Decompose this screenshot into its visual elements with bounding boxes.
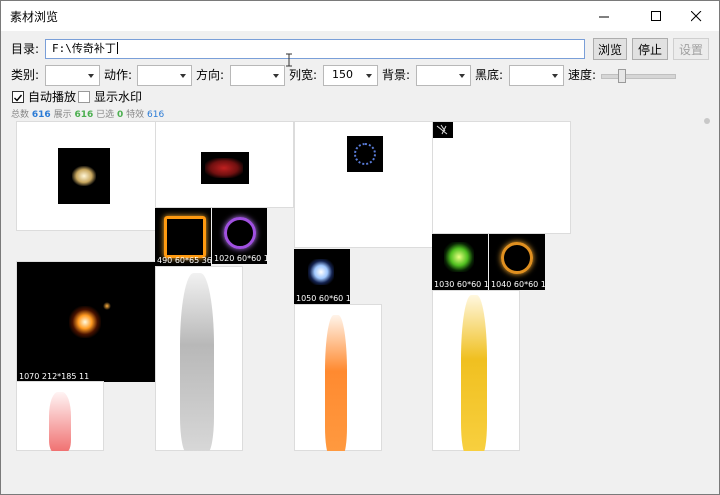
asset-tile[interactable]	[432, 121, 571, 234]
filter-direction-select[interactable]	[230, 65, 285, 86]
asset-preview	[347, 136, 383, 172]
asset-caption: 1070 212*185 11	[19, 372, 90, 381]
thumbnail-grid: 1070 212*185 11 490 60*65 36 1020 60*60 …	[16, 121, 696, 451]
filter-action-label: 动作:	[104, 68, 133, 82]
minimize-button[interactable]	[581, 1, 627, 31]
stat-shown-value: 616	[74, 110, 94, 120]
chevron-down-icon	[273, 74, 279, 78]
dir-input-value: F:\传奇补丁	[52, 42, 116, 55]
asset-preview[interactable]: 1050 60*60 1	[294, 249, 350, 304]
asset-preview	[58, 148, 110, 204]
scrollbar-thumb[interactable]	[704, 118, 710, 124]
chevron-down-icon	[366, 74, 372, 78]
filter-colwidth-label: 列宽:	[289, 68, 318, 82]
window-title: 素材浏览	[10, 10, 59, 24]
chevron-down-icon	[459, 74, 465, 78]
stop-button[interactable]: 停止	[632, 38, 668, 60]
asset-tile[interactable]	[16, 381, 104, 451]
check-icon	[14, 94, 23, 102]
asset-preview	[461, 295, 487, 451]
close-button[interactable]	[673, 1, 719, 31]
filter-blackbg-label: 黑底:	[475, 68, 504, 82]
asset-preview[interactable]: 1030 60*60 1	[432, 234, 488, 290]
asset-tile[interactable]	[155, 266, 243, 451]
title-bar: 素材浏览	[1, 1, 719, 31]
stats-bar: 总数 616 展示 616 已选 0 特效 616	[11, 107, 164, 120]
text-caret	[116, 42, 118, 54]
asset-caption: 1040 60*60 1	[491, 280, 545, 289]
dir-label: 目录:	[11, 42, 40, 56]
asset-tile[interactable]	[16, 121, 156, 231]
stat-selected-value: 0	[117, 110, 124, 120]
speed-label: 速度:	[568, 68, 597, 82]
speed-slider-thumb[interactable]	[618, 69, 626, 83]
stat-effects-value: 616	[147, 110, 165, 120]
filter-background-select[interactable]	[416, 65, 471, 86]
autoplay-checkbox[interactable]	[12, 91, 24, 103]
asset-caption: 1050 60*60 1	[296, 294, 350, 303]
asset-preview[interactable]: 490 60*65 36	[155, 208, 211, 266]
chevron-down-icon	[180, 74, 186, 78]
asset-preview	[201, 152, 249, 184]
asset-preview: 1070 212*185 11	[17, 262, 155, 382]
asset-preview[interactable]: 1020 60*60 1	[212, 208, 267, 264]
stat-selected-label: 已选	[96, 110, 115, 120]
asset-preview	[433, 122, 453, 138]
stat-total-value: 616	[31, 110, 51, 120]
settings-button[interactable]: 设置	[673, 38, 709, 60]
asset-tile[interactable]	[294, 304, 382, 451]
dir-input[interactable]: F:\传奇补丁	[45, 39, 585, 59]
browse-button[interactable]: 浏览	[593, 38, 627, 60]
asset-tile[interactable]: 1070 212*185 11	[16, 261, 155, 382]
asset-preview	[49, 392, 71, 451]
filter-action-select[interactable]	[137, 65, 192, 86]
speed-slider[interactable]	[601, 69, 676, 83]
close-icon	[690, 10, 701, 21]
watermark-label: 显示水印	[94, 90, 143, 104]
sparkle-icon	[436, 124, 448, 135]
asset-tile[interactable]	[432, 290, 520, 451]
chevron-down-icon	[552, 74, 558, 78]
asset-caption: 1020 60*60 1	[214, 254, 267, 263]
filter-colwidth-select[interactable]: 150	[323, 65, 378, 86]
stat-total-label: 总数	[11, 110, 30, 120]
maximize-icon	[650, 10, 661, 21]
asset-tile[interactable]	[155, 121, 294, 208]
asset-tile[interactable]	[294, 121, 433, 248]
minimize-icon	[598, 16, 609, 17]
filter-category-select[interactable]	[45, 65, 100, 86]
app-window: 素材浏览 目录: F:\传奇补丁 浏览 停止 设置 类别: 动作: 方向: 列宽…	[0, 0, 720, 495]
filter-background-label: 背景:	[382, 68, 411, 82]
autoplay-label: 自动播放	[28, 90, 77, 104]
asset-caption: 490 60*65 36	[157, 256, 211, 265]
chevron-down-icon	[88, 74, 94, 78]
stat-effects-label: 特效	[126, 110, 145, 120]
stat-shown-label: 展示	[53, 110, 72, 120]
asset-preview[interactable]: 1040 60*60 1	[489, 234, 545, 290]
filter-direction-label: 方向:	[196, 68, 225, 82]
asset-caption: 1030 60*60 1	[434, 280, 488, 289]
filter-blackbg-select[interactable]	[509, 65, 564, 86]
filter-category-label: 类别:	[11, 68, 40, 82]
asset-preview	[180, 273, 214, 451]
asset-preview	[325, 315, 347, 451]
watermark-checkbox[interactable]	[78, 91, 90, 103]
